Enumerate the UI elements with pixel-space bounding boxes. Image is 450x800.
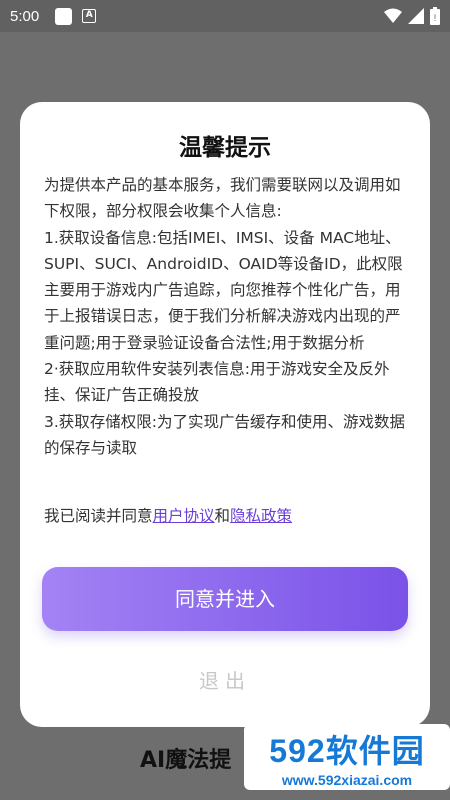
app-square-icon	[55, 7, 73, 25]
dialog-title: 温馨提示	[179, 135, 271, 161]
watermark-logo: 592软件园 www.592xiazai.com	[244, 724, 450, 790]
permission-item-3: 3.获取存储权限:为了实现广告缓存和使用、游戏数据的保存与读取	[44, 412, 406, 457]
permission-dialog: 温馨提示 为提供本产品的基本服务，我们需要联网以及调用如下权限，部分权限会收集个…	[20, 102, 430, 727]
user-agreement-link[interactable]: 用户协议	[153, 507, 215, 525]
battery-icon: !	[430, 7, 440, 25]
consent-prefix: 我已阅读并同意	[44, 507, 153, 525]
status-right-icons: !	[384, 7, 440, 25]
status-time: 5:00	[10, 7, 40, 25]
watermark-main: 592软件园	[269, 733, 425, 769]
watermark-url: www.592xiazai.com	[281, 772, 413, 788]
signal-icon	[408, 8, 424, 24]
dialog-intro: 为提供本产品的基本服务，我们需要联网以及调用如下权限，部分权限会收集个人信息:	[44, 176, 401, 221]
wifi-icon	[384, 8, 402, 23]
dialog-body: 为提供本产品的基本服务，我们需要联网以及调用如下权限，部分权限会收集个人信息: …	[44, 172, 408, 461]
background-app-title: AI魔法提	[140, 748, 232, 773]
exit-button[interactable]: 退出	[20, 665, 430, 694]
permission-item-2: 2·获取应用软件安装列表信息:用于游戏安全及反外挂、保证广告正确投放	[44, 360, 390, 405]
status-bar: 5:00 A !	[0, 0, 450, 32]
agree-and-enter-button[interactable]: 同意并进入	[42, 567, 408, 631]
a-letter-icon: A	[82, 9, 97, 23]
permission-item-1: 1.获取设备信息:包括IMEI、IMSI、设备 MAC地址、SUPI、SUCI、…	[44, 228, 403, 352]
privacy-policy-link[interactable]: 隐私政策	[230, 507, 292, 525]
consent-and: 和	[214, 507, 231, 525]
consent-line: 我已阅读并同意用户协议和隐私政策	[44, 504, 292, 526]
svg-text:!: !	[434, 13, 437, 23]
